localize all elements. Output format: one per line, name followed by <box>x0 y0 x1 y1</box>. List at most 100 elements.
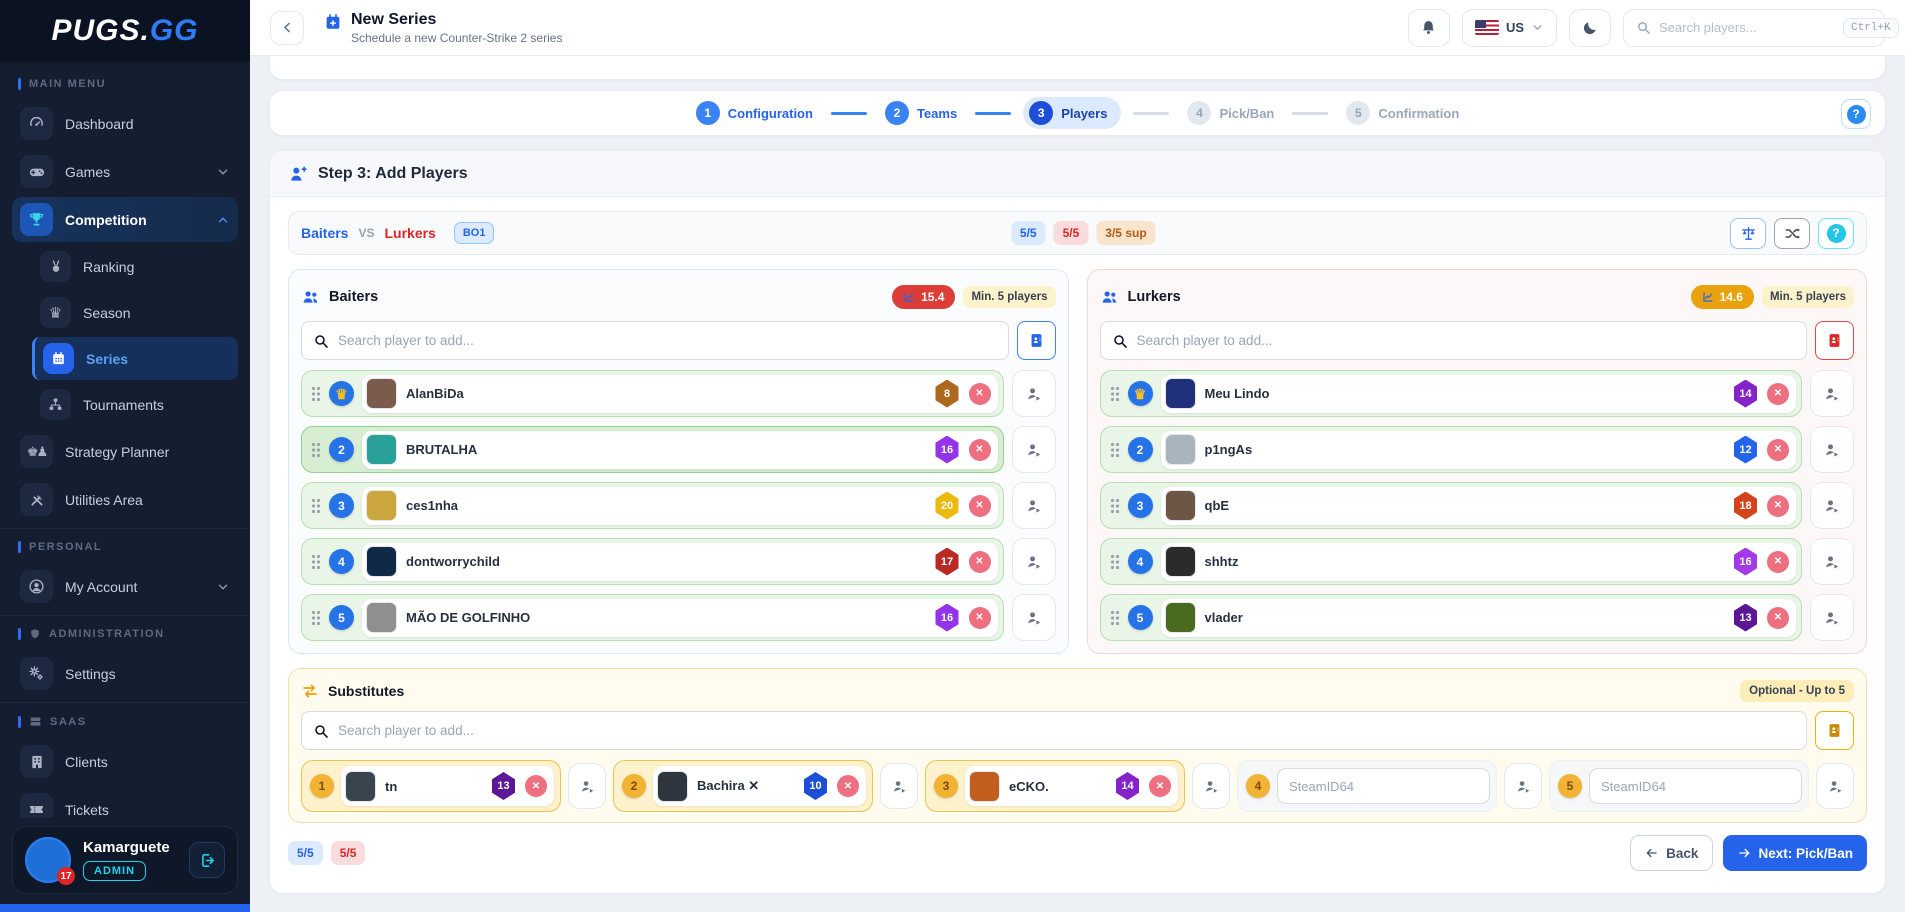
remove-player-button[interactable]: ✕ <box>837 775 859 797</box>
player-row[interactable]: 4 shhtz 16 ✕ <box>1100 538 1803 585</box>
user-card[interactable]: 17 Kamarguete ADMIN <box>12 826 238 894</box>
steamid-input[interactable] <box>1277 768 1490 804</box>
move-player-button[interactable] <box>1810 594 1854 641</box>
step-players[interactable]: 3Players <box>1023 97 1121 129</box>
remove-player-button[interactable]: ✕ <box>969 551 991 573</box>
player-row[interactable]: 4 dontworrychild 17 ✕ <box>301 538 1004 585</box>
stepper-help-button[interactable]: ? <box>1841 99 1871 129</box>
move-player-button[interactable] <box>1504 763 1542 809</box>
remove-player-button[interactable]: ✕ <box>1767 439 1789 461</box>
remove-player-button[interactable]: ✕ <box>1767 383 1789 405</box>
player-row[interactable]: 5 MÃO DE GOLFINHO 16 ✕ <box>301 594 1004 641</box>
id-card-icon <box>1028 332 1045 349</box>
users-icon <box>301 288 320 307</box>
move-player-button[interactable] <box>1012 426 1056 473</box>
step-configuration[interactable]: 1Configuration <box>690 97 819 129</box>
player-row[interactable]: ♛ Meu Lindo 14 ✕ <box>1100 370 1803 417</box>
drag-handle-icon[interactable] <box>1110 386 1120 402</box>
move-player-button[interactable] <box>1012 538 1056 585</box>
substitute-slot[interactable]: 2 Bachira ✕ 10 ✕ <box>613 760 873 812</box>
drag-handle-icon[interactable] <box>311 442 321 458</box>
move-player-button[interactable] <box>1810 370 1854 417</box>
player-row[interactable]: 3 qbE 18 ✕ <box>1100 482 1803 529</box>
remove-player-button[interactable]: ✕ <box>969 439 991 461</box>
sidebar-item-strategy-planner[interactable]: ♚♟ Strategy Planner <box>12 429 238 474</box>
move-player-button[interactable] <box>1810 426 1854 473</box>
step-teams[interactable]: 2Teams <box>879 97 963 129</box>
steamid-input[interactable] <box>1589 768 1802 804</box>
sidebar-item-tickets[interactable]: Tickets <box>12 787 238 818</box>
drag-handle-icon[interactable] <box>1110 442 1120 458</box>
dark-mode-toggle[interactable] <box>1569 9 1611 47</box>
player-avatar <box>657 771 688 802</box>
move-player-button[interactable] <box>1810 538 1854 585</box>
player-row[interactable]: 5 vlader 13 ✕ <box>1100 594 1803 641</box>
sidebar-item-utilities-area[interactable]: Utilities Area <box>12 477 238 522</box>
remove-player-button[interactable]: ✕ <box>1767 551 1789 573</box>
substitute-slot[interactable]: 3 eCKO. 14 ✕ <box>925 760 1185 812</box>
team-b-add-by-id-button[interactable] <box>1815 321 1854 360</box>
sidebar-item-dashboard[interactable]: Dashboard <box>12 101 238 146</box>
team-b-search-input[interactable] <box>1137 333 1796 348</box>
drag-handle-icon[interactable] <box>311 554 321 570</box>
move-player-button[interactable] <box>880 763 918 809</box>
sidebar-item-games[interactable]: Games <box>12 149 238 194</box>
next-pick-ban-button[interactable]: Next: Pick/Ban <box>1723 835 1867 871</box>
drag-handle-icon[interactable] <box>1110 610 1120 626</box>
global-search-input[interactable] <box>1659 20 1835 35</box>
player-avatar <box>1165 490 1196 521</box>
sidebar-item-my-account[interactable]: My Account <box>12 564 238 609</box>
drag-handle-icon[interactable] <box>311 386 321 402</box>
remove-player-button[interactable]: ✕ <box>969 383 991 405</box>
move-player-button[interactable] <box>1816 763 1854 809</box>
remove-player-button[interactable]: ✕ <box>1767 495 1789 517</box>
remove-player-button[interactable]: ✕ <box>969 495 991 517</box>
move-player-button[interactable] <box>1012 482 1056 529</box>
rank-badge: 3 <box>329 493 354 518</box>
sidebar-item-competition[interactable]: Competition <box>12 197 238 242</box>
move-player-button[interactable] <box>1012 594 1056 641</box>
shuffle-teams-button[interactable] <box>1774 218 1810 249</box>
player-name: dontworrychild <box>406 554 926 569</box>
team-a-search-input[interactable] <box>338 333 997 348</box>
player-avatar <box>345 771 376 802</box>
sidebar-item-ranking[interactable]: Ranking <box>32 245 238 288</box>
shuffle-icon <box>1784 225 1801 242</box>
team-a-add-by-id-button[interactable] <box>1017 321 1056 360</box>
balance-teams-button[interactable] <box>1730 218 1766 249</box>
locale-selector[interactable]: US <box>1462 9 1557 47</box>
remove-player-button[interactable]: ✕ <box>525 775 547 797</box>
move-player-button[interactable] <box>568 763 606 809</box>
matchup-help-button[interactable]: ? <box>1818 218 1854 249</box>
remove-player-button[interactable]: ✕ <box>1149 775 1171 797</box>
drag-handle-icon[interactable] <box>1110 554 1120 570</box>
notifications-button[interactable] <box>1408 9 1450 47</box>
player-row[interactable]: 2 p1ngAs 12 ✕ <box>1100 426 1803 473</box>
remove-player-button[interactable]: ✕ <box>969 607 991 629</box>
brand-logo[interactable]: PUGS.GG <box>0 0 250 62</box>
subs-add-by-id-button[interactable] <box>1815 711 1854 750</box>
player-row[interactable]: 2 BRUTALHA 16 ✕ <box>301 426 1004 473</box>
global-search: Ctrl+K <box>1623 9 1885 47</box>
sidebar-item-settings[interactable]: Settings <box>12 651 238 696</box>
substitute-slot[interactable]: 1 tn 13 ✕ <box>301 760 561 812</box>
sidebar-item-season[interactable]: ♛ Season <box>32 291 238 334</box>
drag-handle-icon[interactable] <box>311 498 321 514</box>
notification-count-badge: 17 <box>57 867 75 885</box>
subs-search-input[interactable] <box>338 723 1795 738</box>
move-player-button[interactable] <box>1012 370 1056 417</box>
back-chevron-button[interactable] <box>270 11 304 45</box>
gamepad-icon <box>20 155 53 188</box>
drag-handle-icon[interactable] <box>1110 498 1120 514</box>
sidebar-item-tournaments[interactable]: Tournaments <box>32 383 238 426</box>
drag-handle-icon[interactable] <box>311 610 321 626</box>
move-player-button[interactable] <box>1810 482 1854 529</box>
move-player-button[interactable] <box>1192 763 1230 809</box>
player-row[interactable]: 3 ces1nha 20 ✕ <box>301 482 1004 529</box>
sidebar-item-clients[interactable]: Clients <box>12 739 238 784</box>
player-row[interactable]: ♛ AlanBiDa 8 ✕ <box>301 370 1004 417</box>
sidebar-item-series[interactable]: Series <box>32 337 238 380</box>
remove-player-button[interactable]: ✕ <box>1767 607 1789 629</box>
logout-button[interactable] <box>189 842 225 878</box>
back-button[interactable]: Back <box>1630 835 1713 871</box>
